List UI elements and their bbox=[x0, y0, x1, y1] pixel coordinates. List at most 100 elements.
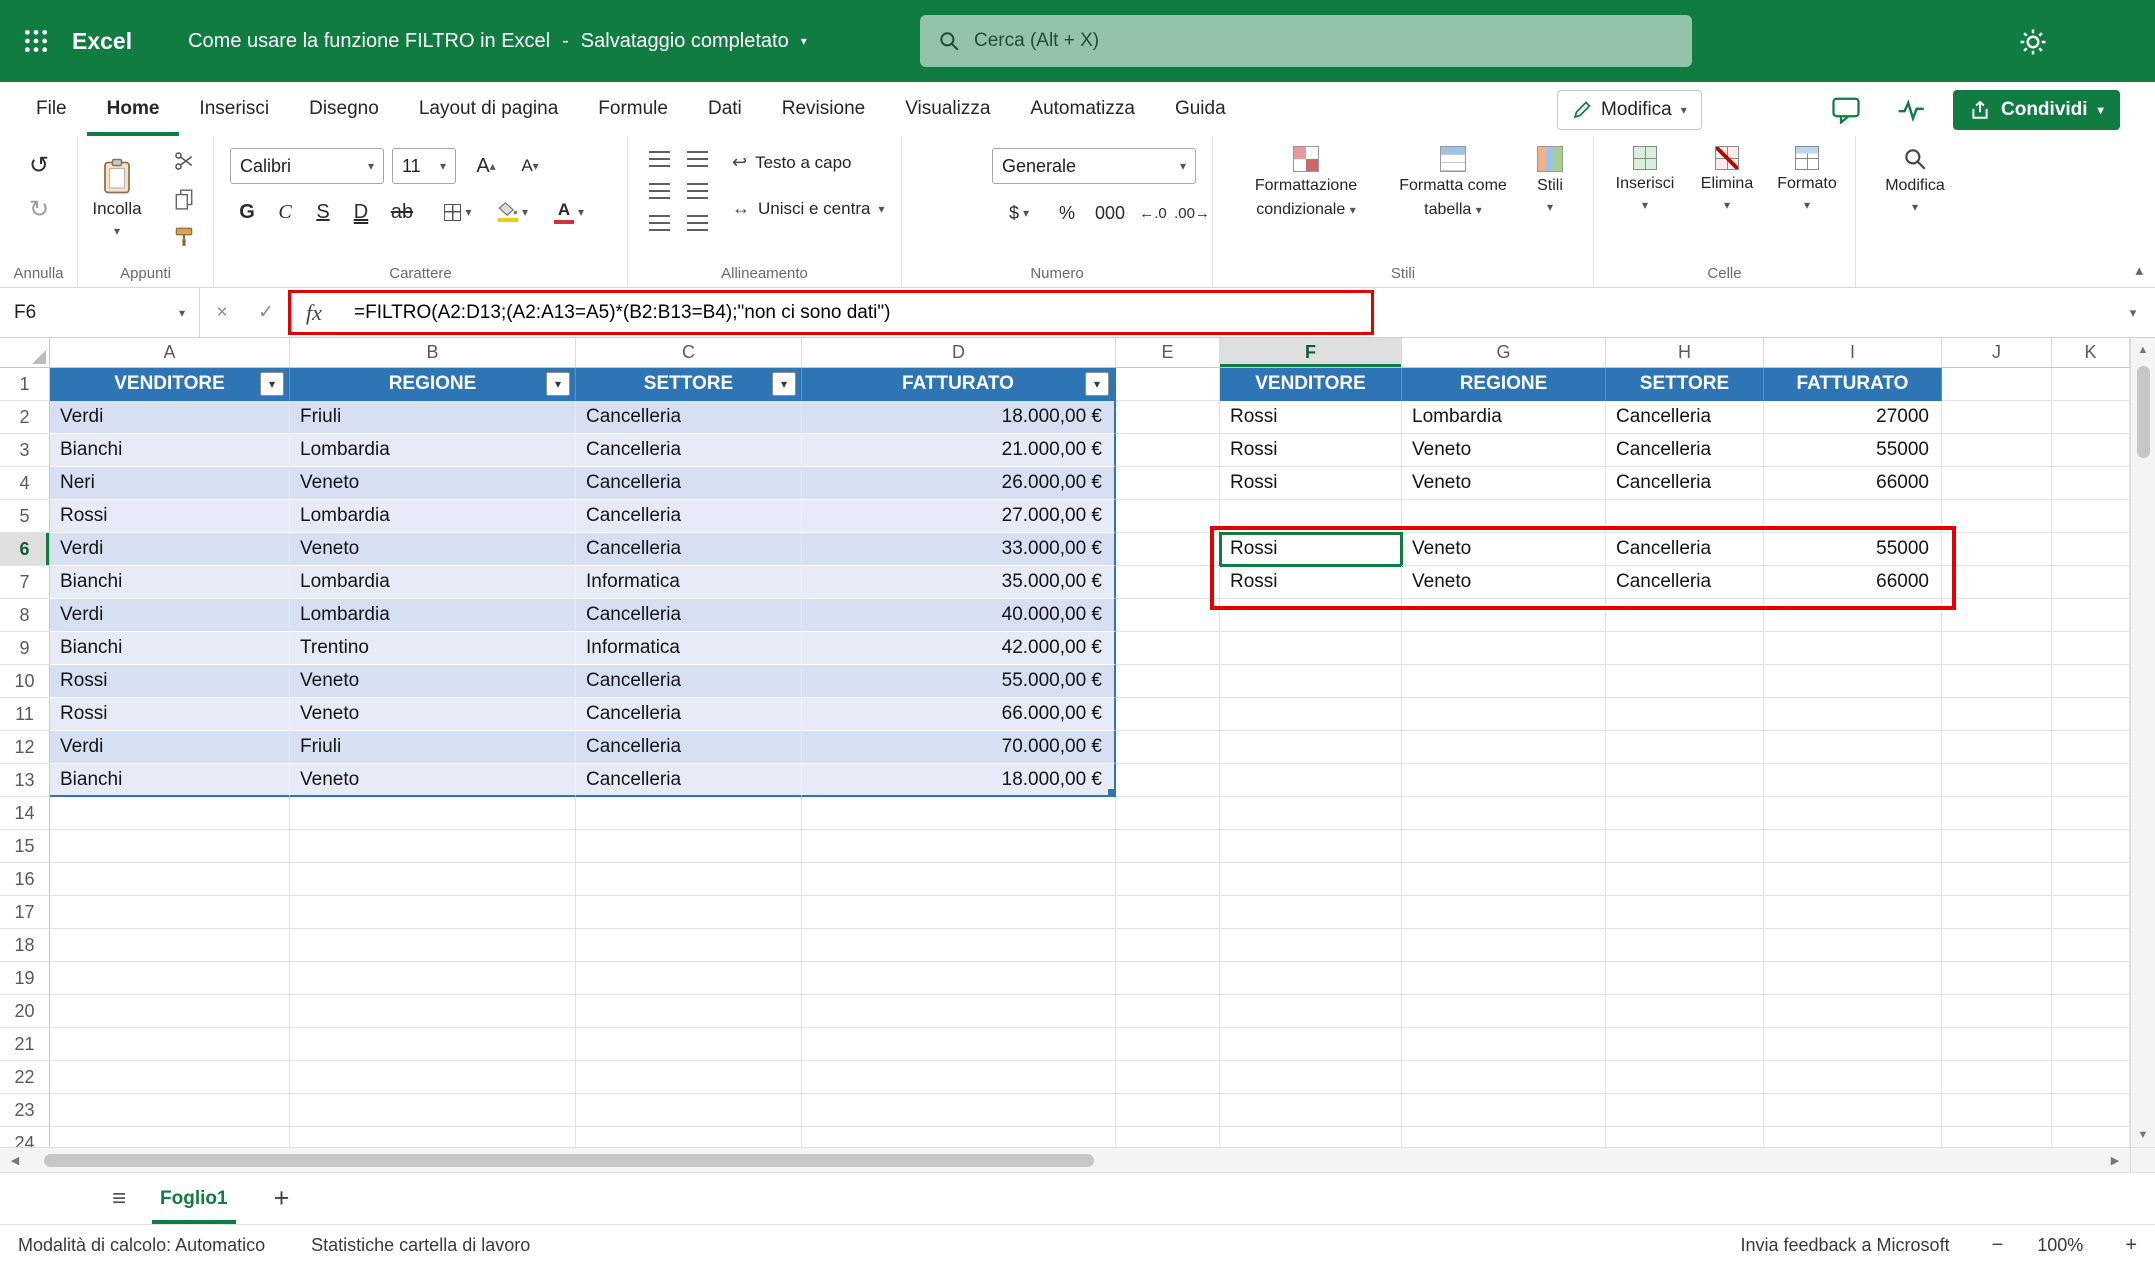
cell-F1[interactable]: VENDITORE bbox=[1220, 368, 1402, 401]
cell-A1[interactable]: VENDITORE▾ bbox=[50, 368, 290, 401]
cell-K15[interactable] bbox=[2052, 830, 2130, 863]
row-header-21[interactable]: 21 bbox=[0, 1028, 50, 1061]
cell-K11[interactable] bbox=[2052, 698, 2130, 731]
cell-K6[interactable] bbox=[2052, 533, 2130, 566]
italic-button[interactable]: C bbox=[266, 194, 304, 230]
redo-button[interactable]: ↻ bbox=[22, 192, 56, 226]
format-as-table-button[interactable]: Formatta come tabella ▾ bbox=[1395, 146, 1511, 220]
share-button[interactable]: Condividi ▾ bbox=[1953, 90, 2120, 130]
cell-C1[interactable]: SETTORE▾ bbox=[576, 368, 802, 401]
cell-I6[interactable]: 55000 bbox=[1764, 533, 1942, 566]
cell-K22[interactable] bbox=[2052, 1061, 2130, 1094]
cell-E18[interactable] bbox=[1116, 929, 1220, 962]
cell-C7[interactable]: Informatica bbox=[576, 566, 802, 599]
tab-formule[interactable]: Formule bbox=[578, 82, 688, 136]
cell-E12[interactable] bbox=[1116, 731, 1220, 764]
cell-C2[interactable]: Cancelleria bbox=[576, 401, 802, 434]
cell-J3[interactable] bbox=[1942, 434, 2052, 467]
column-header-K[interactable]: K bbox=[2052, 338, 2130, 367]
double-underline-button[interactable]: D bbox=[342, 194, 380, 230]
sheet-tab-foglio1[interactable]: Foglio1 bbox=[152, 1173, 236, 1224]
cell-G4[interactable]: Veneto bbox=[1402, 467, 1606, 500]
cell-I19[interactable] bbox=[1764, 962, 1942, 995]
column-header-B[interactable]: B bbox=[290, 338, 576, 367]
workbook-stats-button[interactable]: Statistiche cartella di lavoro bbox=[311, 1235, 530, 1256]
cell-B22[interactable] bbox=[290, 1061, 576, 1094]
add-sheet-button[interactable]: + bbox=[274, 1183, 290, 1214]
cell-B12[interactable]: Friuli bbox=[290, 731, 576, 764]
cell-G11[interactable] bbox=[1402, 698, 1606, 731]
cell-K23[interactable] bbox=[2052, 1094, 2130, 1127]
cell-I10[interactable] bbox=[1764, 665, 1942, 698]
format-painter-button[interactable] bbox=[162, 220, 206, 254]
cell-D19[interactable] bbox=[802, 962, 1116, 995]
zoom-out-button[interactable]: − bbox=[1992, 1234, 2004, 1257]
cell-B3[interactable]: Lombardia bbox=[290, 434, 576, 467]
cell-F3[interactable]: Rossi bbox=[1220, 434, 1402, 467]
cell-G23[interactable] bbox=[1402, 1094, 1606, 1127]
cell-E8[interactable] bbox=[1116, 599, 1220, 632]
cell-A7[interactable]: Bianchi bbox=[50, 566, 290, 599]
cell-B6[interactable]: Veneto bbox=[290, 533, 576, 566]
cell-A9[interactable]: Bianchi bbox=[50, 632, 290, 665]
cell-H12[interactable] bbox=[1606, 731, 1764, 764]
align-bottom-button[interactable] bbox=[642, 176, 676, 206]
cell-D8[interactable]: 40.000,00 € bbox=[802, 599, 1116, 632]
filter-button[interactable]: ▾ bbox=[546, 372, 570, 396]
cell-I3[interactable]: 55000 bbox=[1764, 434, 1942, 467]
expand-formula-bar-button[interactable]: ▾ bbox=[2111, 305, 2155, 321]
cell-G17[interactable] bbox=[1402, 896, 1606, 929]
cell-H14[interactable] bbox=[1606, 797, 1764, 830]
merge-center-button[interactable]: ↔ Unisci e centra ▾ bbox=[732, 198, 884, 219]
font-name-select[interactable]: Calibri ▾ bbox=[230, 148, 384, 184]
cell-B9[interactable]: Trentino bbox=[290, 632, 576, 665]
column-header-H[interactable]: H bbox=[1606, 338, 1764, 367]
cell-G20[interactable] bbox=[1402, 995, 1606, 1028]
cell-G21[interactable] bbox=[1402, 1028, 1606, 1061]
cell-J5[interactable] bbox=[1942, 500, 2052, 533]
cell-H20[interactable] bbox=[1606, 995, 1764, 1028]
cell-E20[interactable] bbox=[1116, 995, 1220, 1028]
cell-B13[interactable]: Veneto bbox=[290, 764, 576, 797]
cell-F11[interactable] bbox=[1220, 698, 1402, 731]
cell-H8[interactable] bbox=[1606, 599, 1764, 632]
cell-H3[interactable]: Cancelleria bbox=[1606, 434, 1764, 467]
column-header-A[interactable]: A bbox=[50, 338, 290, 367]
cell-A18[interactable] bbox=[50, 929, 290, 962]
underline-button[interactable]: S bbox=[304, 194, 342, 230]
sort-filter-button[interactable]: ▾ bbox=[1085, 372, 1109, 396]
cell-E21[interactable] bbox=[1116, 1028, 1220, 1061]
column-header-J[interactable]: J bbox=[1942, 338, 2052, 367]
cell-E14[interactable] bbox=[1116, 797, 1220, 830]
filter-button[interactable]: ▾ bbox=[260, 372, 284, 396]
row-header-7[interactable]: 7 bbox=[0, 566, 50, 599]
row-header-10[interactable]: 10 bbox=[0, 665, 50, 698]
vertical-scrollbar-thumb[interactable] bbox=[2137, 366, 2150, 458]
sheet-list-button[interactable]: ≡ bbox=[112, 1185, 126, 1213]
tab-inserisci[interactable]: Inserisci bbox=[179, 82, 289, 136]
table-resize-handle[interactable] bbox=[1107, 788, 1115, 796]
cell-K3[interactable] bbox=[2052, 434, 2130, 467]
cell-H15[interactable] bbox=[1606, 830, 1764, 863]
row-header-19[interactable]: 19 bbox=[0, 962, 50, 995]
row-header-5[interactable]: 5 bbox=[0, 500, 50, 533]
cell-I5[interactable] bbox=[1764, 500, 1942, 533]
cell-D16[interactable] bbox=[802, 863, 1116, 896]
tab-layout[interactable]: Layout di pagina bbox=[399, 82, 578, 136]
cell-D9[interactable]: 42.000,00 € bbox=[802, 632, 1116, 665]
cell-J11[interactable] bbox=[1942, 698, 2052, 731]
cell-J20[interactable] bbox=[1942, 995, 2052, 1028]
cell-K21[interactable] bbox=[2052, 1028, 2130, 1061]
confirm-entry-button[interactable]: ✓ bbox=[244, 288, 288, 337]
tab-home[interactable]: Home bbox=[87, 82, 180, 136]
cell-D24[interactable] bbox=[802, 1127, 1116, 1147]
align-right-button[interactable] bbox=[680, 208, 714, 238]
cell-H2[interactable]: Cancelleria bbox=[1606, 401, 1764, 434]
cell-E2[interactable] bbox=[1116, 401, 1220, 434]
cell-A2[interactable]: Verdi bbox=[50, 401, 290, 434]
cell-D10[interactable]: 55.000,00 € bbox=[802, 665, 1116, 698]
cell-J2[interactable] bbox=[1942, 401, 2052, 434]
cell-J8[interactable] bbox=[1942, 599, 2052, 632]
align-middle-button[interactable] bbox=[680, 144, 714, 174]
row-header-22[interactable]: 22 bbox=[0, 1061, 50, 1094]
